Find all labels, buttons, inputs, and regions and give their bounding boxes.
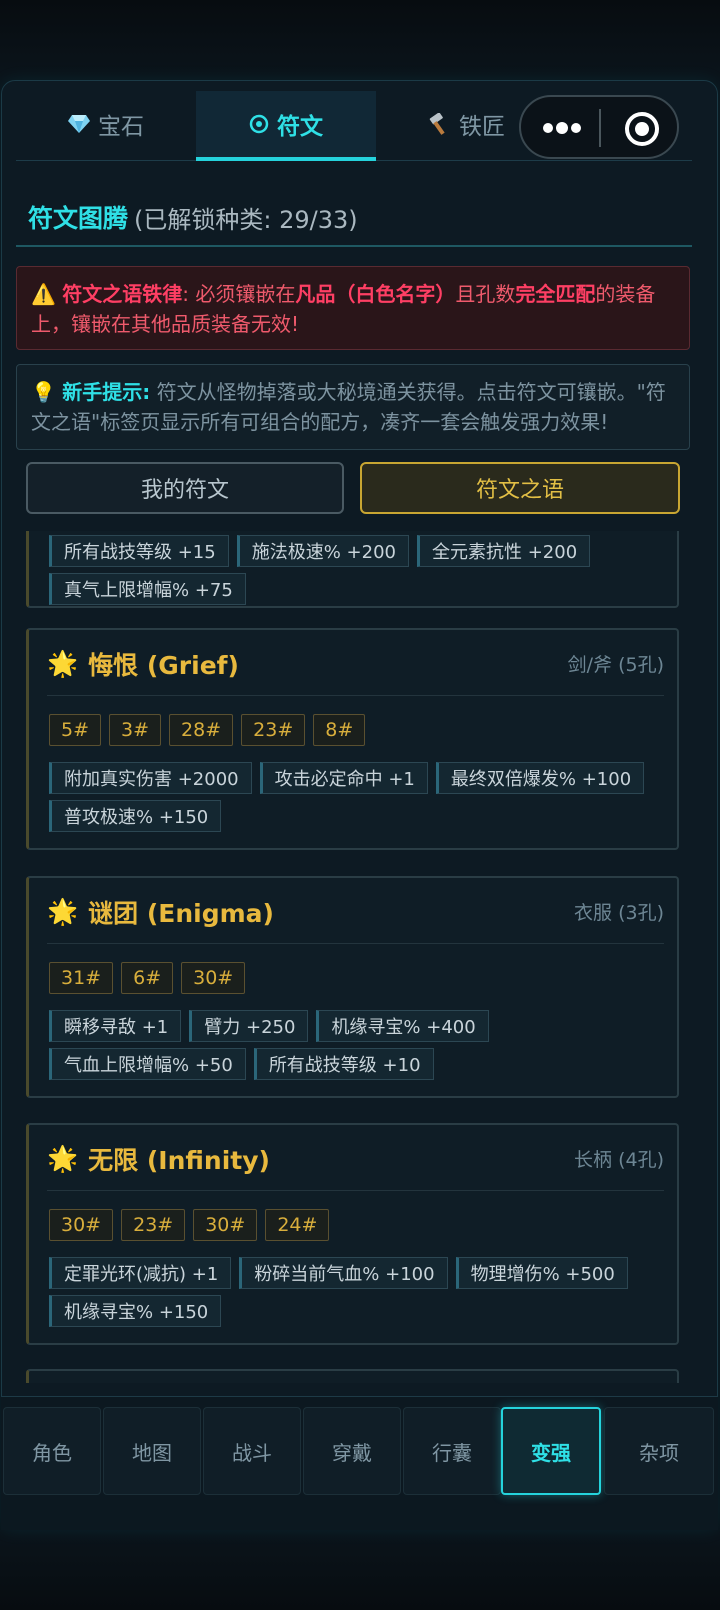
gem-icon	[68, 115, 90, 133]
warning-icon: ⚠️	[31, 282, 56, 306]
warning-emphasis: 凡品（白色名字）	[295, 282, 456, 306]
bottom-nav: 角色 地图 战斗 穿戴 行囊 变强 杂项	[1, 1396, 718, 1530]
section-header: 符文图腾 (已解锁种类: 29/33)	[16, 189, 692, 247]
main-panel: 宝石 符文 铁匠 符文图腾 (已解锁种类: 29/33) ⚠️ 符文之语铁律: …	[1, 80, 718, 1530]
nav-equip[interactable]: 穿戴	[303, 1407, 401, 1495]
tab-rune[interactable]: 符文	[196, 91, 376, 161]
runeword-card[interactable]: 🌟 悔恨 (Grief) 剑/斧 (5孔) 5# 3# 28# 23# 8# 附…	[26, 628, 679, 850]
effect-tag: 普攻极速% +150	[49, 800, 222, 832]
tab-gem[interactable]: 宝石	[16, 91, 196, 157]
tip-banner: 💡 新手提示: 符文从怪物掉落或大秘境通关获得。点击符文可镶嵌。"符文之语"标签…	[16, 364, 690, 450]
section-subtitle: (已解锁种类: 29/33)	[134, 205, 358, 234]
section-title: 符文图腾	[28, 204, 129, 233]
runeword-title: 无限 (Infinity)	[88, 1146, 270, 1175]
runeword-slot: 剑/斧 (5孔)	[567, 654, 664, 676]
rune-tag: 23#	[241, 714, 306, 746]
effect-tag: 粉碎当前气血% +100	[239, 1257, 448, 1289]
capsule-divider	[599, 109, 601, 147]
rune-tag: 28#	[169, 714, 234, 746]
lightbulb-icon: 💡	[31, 380, 56, 404]
tab-blacksmith[interactable]: 铁匠	[416, 91, 516, 157]
effect-tag: 所有战技等级 +15	[49, 535, 229, 567]
nav-inventory[interactable]: 行囊	[403, 1407, 501, 1495]
effect-tag: 机缘寻宝% +400	[316, 1010, 489, 1042]
runeword-card[interactable]: 🌟 谜团 (Enigma) 衣服 (3孔) 31# 6# 30# 瞬移寻敌 +1…	[26, 876, 679, 1098]
runeword-card[interactable]	[26, 1369, 679, 1383]
effect-tag: 最终双倍爆发% +100	[435, 762, 645, 794]
rune-tag: 3#	[109, 714, 162, 746]
effect-tag: 定罪光环(减抗) +1	[49, 1257, 232, 1289]
nav-character[interactable]: 角色	[3, 1407, 101, 1495]
tip-lead: 新手提示:	[62, 380, 151, 404]
effect-tag: 所有战技等级 +10	[253, 1048, 434, 1080]
rune-tag: 30#	[49, 1209, 114, 1241]
rune-icon	[249, 114, 269, 134]
dot-icon	[571, 123, 581, 133]
my-runes-button[interactable]: 我的符文	[26, 462, 344, 514]
more-options-button[interactable]	[543, 115, 581, 139]
runeword-list[interactable]: 所有战技等级 +15 施法极速% +200 全元素抗性 +200 真气上限增幅%…	[2, 531, 717, 1383]
runeword-title: 悔恨 (Grief)	[88, 651, 239, 680]
hammer-icon	[429, 113, 445, 135]
runeword-slot: 衣服 (3孔)	[574, 902, 664, 924]
runeword-name: 🌟 谜团 (Enigma)	[47, 892, 274, 932]
card-header: 🌟 谜团 (Enigma) 衣服 (3孔)	[47, 892, 664, 944]
dot-icon	[556, 122, 568, 134]
nav-misc[interactable]: 杂项	[604, 1407, 714, 1495]
runeword-slot: 长柄 (4孔)	[574, 1149, 664, 1171]
app-screen: 宝石 符文 铁匠 符文图腾 (已解锁种类: 29/33) ⚠️ 符文之语铁律: …	[0, 0, 720, 1610]
warning-text: 且孔数	[455, 282, 516, 306]
star-icon: 🌟	[47, 1144, 79, 1173]
effect-tag: 全元素抗性 +200	[416, 535, 591, 567]
effects-list: 瞬移寻敌 +1 臂力 +250 机缘寻宝% +400 气血上限增幅% +50 所…	[49, 1010, 669, 1080]
runewords-button[interactable]: 符文之语	[360, 462, 680, 514]
rune-tag: 24#	[265, 1209, 330, 1241]
close-mini-program-button[interactable]	[625, 112, 659, 146]
rune-tag: 6#	[121, 962, 174, 994]
star-icon: 🌟	[47, 649, 79, 678]
effects-list: 附加真实伤害 +2000 攻击必定命中 +1 最终双倍爆发% +100 普攻极速…	[49, 762, 669, 832]
effect-tag: 气血上限增幅% +50	[49, 1048, 246, 1080]
rune-tag: 31#	[49, 962, 114, 994]
effect-tag: 机缘寻宝% +150	[49, 1295, 222, 1327]
star-icon: 🌟	[47, 897, 79, 926]
runeword-card[interactable]: 🌟 无限 (Infinity) 长柄 (4孔) 30# 23# 30# 24# …	[26, 1123, 679, 1345]
warning-emphasis: 完全匹配	[515, 282, 596, 306]
runeword-name: 🌟 无限 (Infinity)	[47, 1139, 270, 1179]
warning-lead: 符文之语铁律	[62, 282, 183, 306]
effects-list: 定罪光环(减抗) +1 粉碎当前气血% +100 物理增伤% +500 机缘寻宝…	[49, 1257, 669, 1327]
mini-program-capsule	[519, 95, 679, 159]
runeword-title: 谜团 (Enigma)	[88, 899, 274, 928]
nav-upgrade[interactable]: 变强	[501, 1407, 601, 1495]
rune-tag: 30#	[181, 962, 246, 994]
rune-tag: 23#	[121, 1209, 186, 1241]
rune-list: 30# 23# 30# 24#	[49, 1209, 330, 1241]
rune-list: 5# 3# 28# 23# 8#	[49, 714, 366, 746]
effect-tag: 瞬移寻敌 +1	[49, 1010, 182, 1042]
warning-text: : 必须镶嵌在	[182, 282, 296, 306]
tab-rune-label: 符文	[277, 114, 323, 140]
warning-banner: ⚠️ 符文之语铁律: 必须镶嵌在凡品（白色名字）且孔数完全匹配的装备上，镶嵌在其…	[16, 266, 690, 350]
effect-tag: 臂力 +250	[189, 1010, 309, 1042]
effect-tag: 附加真实伤害 +2000	[49, 762, 252, 794]
rune-tag: 5#	[49, 714, 102, 746]
card-header: 🌟 无限 (Infinity) 长柄 (4孔)	[47, 1139, 664, 1191]
effect-tag: 真气上限增幅% +75	[49, 573, 246, 605]
runeword-name: 🌟 悔恨 (Grief)	[47, 644, 239, 684]
effects-list: 所有战技等级 +15 施法极速% +200 全元素抗性 +200 真气上限增幅%…	[49, 535, 669, 605]
rune-tag: 30#	[193, 1209, 258, 1241]
tab-gem-label: 宝石	[98, 114, 144, 140]
effect-tag: 施法极速% +200	[236, 535, 409, 567]
rune-list: 31# 6# 30#	[49, 962, 246, 994]
runeword-card: 所有战技等级 +15 施法极速% +200 全元素抗性 +200 真气上限增幅%…	[26, 531, 679, 608]
nav-map[interactable]: 地图	[103, 1407, 201, 1495]
effect-tag: 攻击必定命中 +1	[259, 762, 428, 794]
dot-icon	[543, 123, 553, 133]
rune-tag: 8#	[313, 714, 366, 746]
tab-blacksmith-label: 铁匠	[459, 114, 505, 140]
effect-tag: 物理增伤% +500	[455, 1257, 628, 1289]
card-header: 🌟 悔恨 (Grief) 剑/斧 (5孔)	[47, 644, 664, 696]
nav-battle[interactable]: 战斗	[203, 1407, 301, 1495]
